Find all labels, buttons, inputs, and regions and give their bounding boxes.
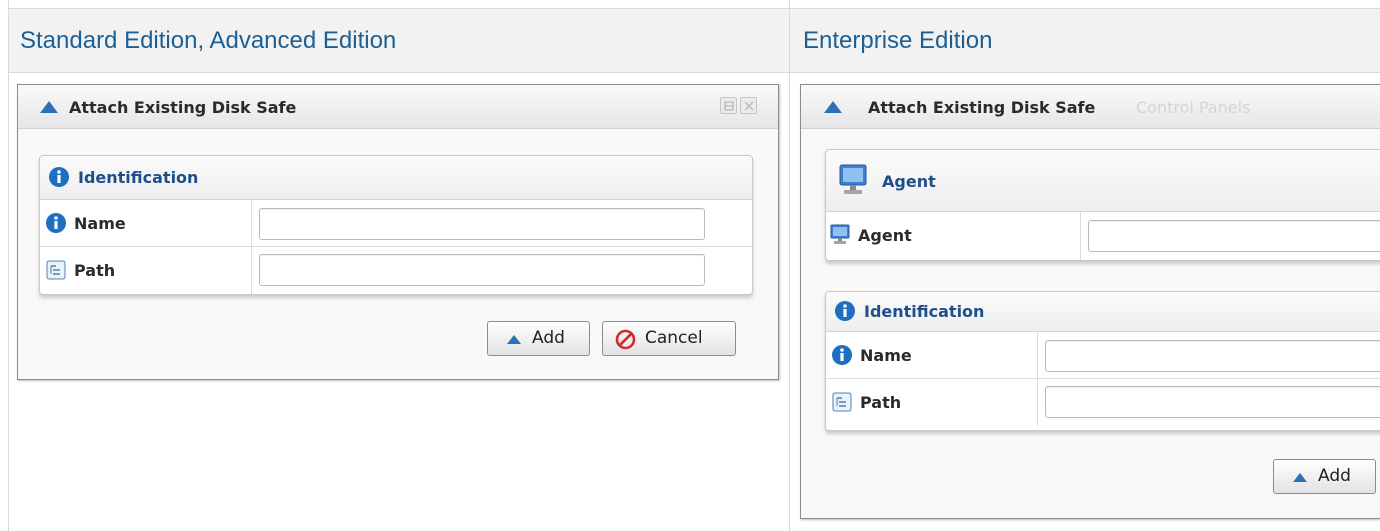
identification-title: Identification: [864, 302, 985, 321]
row-divider: [251, 247, 252, 294]
close-icon: [744, 101, 754, 111]
add-triangle-icon: [507, 335, 521, 344]
cancel-button[interactable]: Cancel: [602, 321, 736, 356]
dialog-title: Attach Existing Disk Safe: [868, 98, 1096, 117]
path-label: Path: [860, 393, 902, 412]
identification-title: Identification: [78, 168, 199, 187]
dialog-titlebar[interactable]: Attach Existing Disk Safe: [18, 85, 778, 129]
info-icon: [835, 301, 855, 321]
dialog-titlebar[interactable]: Control Panels Attach Existing Disk Safe: [801, 85, 1380, 129]
path-input[interactable]: [1045, 386, 1380, 418]
close-button[interactable]: [740, 97, 757, 114]
info-icon: [832, 345, 852, 365]
column-header-standard: Standard Edition, Advanced Edition: [20, 27, 397, 54]
row-divider: [1037, 379, 1038, 426]
name-input[interactable]: [1045, 340, 1380, 372]
agent-panel-header: Agent: [826, 150, 1380, 212]
agent-section-title: Agent: [882, 172, 936, 191]
add-button[interactable]: Add: [1273, 459, 1376, 494]
name-input[interactable]: [259, 208, 705, 240]
minimize-icon: [724, 101, 734, 111]
name-row: Name: [40, 200, 752, 247]
column-header-enterprise: Enterprise Edition: [803, 27, 993, 54]
path-label: Path: [74, 261, 116, 280]
identification-panel-header: Identification: [40, 156, 752, 200]
agent-label: Agent: [858, 226, 912, 245]
info-icon: [49, 167, 69, 187]
row-divider: [251, 200, 252, 246]
name-label: Name: [74, 214, 126, 233]
identification-panel: Identification Name Path: [39, 155, 753, 295]
add-button[interactable]: Add: [487, 321, 590, 356]
agent-panel: Agent Agent: [825, 149, 1380, 261]
add-button-label: Add: [1318, 466, 1351, 486]
path-input[interactable]: [259, 254, 705, 286]
dialog-title: Attach Existing Disk Safe: [69, 98, 297, 117]
path-icon: [46, 260, 66, 280]
add-triangle-icon: [1293, 473, 1307, 482]
agent-input[interactable]: [1088, 220, 1380, 252]
identification-panel-header: Identification: [826, 292, 1380, 332]
collapse-triangle-icon[interactable]: [40, 101, 58, 113]
cancel-icon: [615, 329, 636, 350]
name-label: Name: [860, 346, 912, 365]
path-row: Path: [40, 247, 752, 294]
name-row: Name: [826, 332, 1380, 379]
path-icon: [832, 392, 852, 412]
attach-disk-safe-dialog-standard: Attach Existing Disk Safe Identification: [17, 84, 779, 380]
minimize-button[interactable]: [720, 97, 737, 114]
computer-icon: [839, 164, 867, 194]
add-button-label: Add: [532, 328, 565, 348]
collapse-triangle-icon[interactable]: [824, 101, 842, 113]
path-row: Path: [826, 379, 1380, 426]
attach-disk-safe-dialog-enterprise: Control Panels Attach Existing Disk Safe…: [800, 84, 1380, 519]
agent-row: Agent: [826, 212, 1380, 260]
row-divider: [1080, 212, 1081, 260]
computer-icon: [830, 224, 850, 244]
cancel-button-label: Cancel: [645, 328, 703, 348]
info-icon: [46, 213, 66, 233]
identification-panel: Identification Name Path: [825, 291, 1380, 431]
row-divider: [1037, 332, 1038, 378]
background-ghost-text: Control Panels: [1136, 98, 1251, 117]
